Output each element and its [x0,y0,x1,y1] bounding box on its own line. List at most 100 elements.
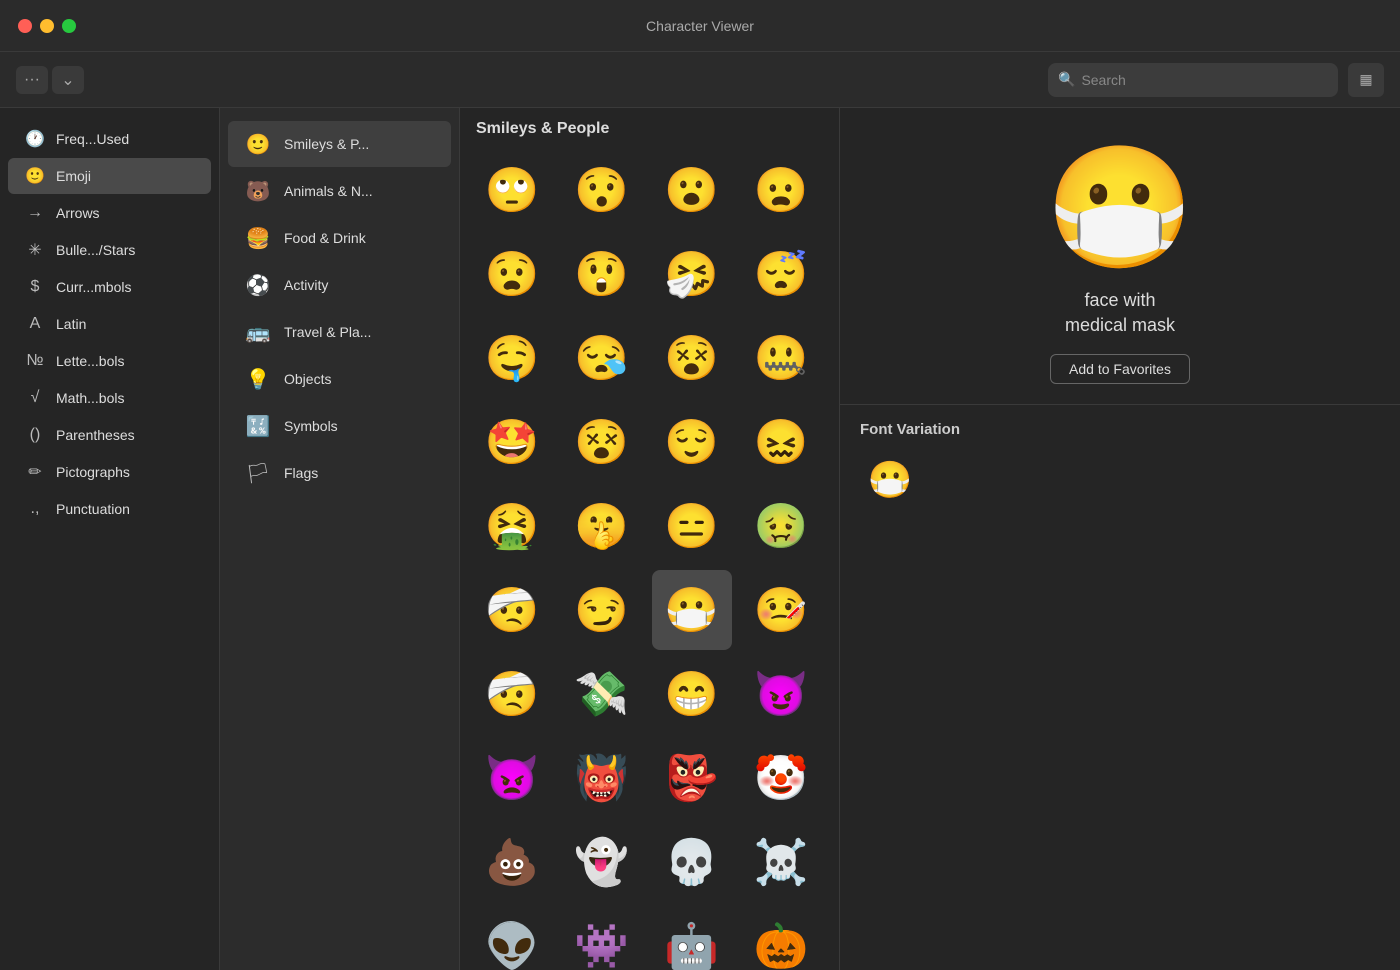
emoji-cell[interactable]: 🤡 [741,738,821,818]
emoji-cell[interactable]: 🙄 [472,150,552,230]
category-item-flags[interactable]: 🏳Flags [228,450,451,496]
search-input[interactable] [1081,72,1328,88]
emoji-cell[interactable]: 👽 [472,906,552,970]
font-variation-title: Font Variation [860,421,1380,438]
category-label-activity: Activity [284,277,328,293]
sidebar-label-currency: Curr...mbols [56,279,131,295]
emoji-cell[interactable]: 🤮 [472,486,552,566]
font-variation-cell[interactable]: 😷 [860,450,920,510]
emoji-cell[interactable]: 😴 [741,234,821,314]
emoji-cell[interactable]: 💀 [652,822,732,902]
emoji-cell[interactable]: 😦 [741,150,821,230]
emoji-cell[interactable]: 🤧 [652,234,732,314]
emoji-cell[interactable]: 💸 [562,654,642,734]
sidebar-item-bullets-stars[interactable]: ✳Bulle.../Stars [8,232,211,268]
chevron-down-icon: ⌄ [61,70,74,90]
sidebar-item-freq-used[interactable]: 🕐Freq...Used [8,121,211,157]
emoji-cell[interactable]: 😪 [562,318,642,398]
add-to-favorites-button[interactable]: Add to Favorites [1050,354,1190,384]
emoji-grid: 🙄😯😮😦😧😲🤧😴🤤😪😵🤐🤩😵😌😖🤮🤫😑🤢🤕😏😷🤒🤕💸😁😈👿👹👺🤡💩👻💀☠️👽👾🤖… [472,150,827,970]
sidebar-icon-punctuation: ., [24,498,46,520]
emoji-cell[interactable]: 🎃 [741,906,821,970]
minimize-button[interactable] [40,19,54,33]
category-column: 🙂Smileys & P...🐻Animals & N...🍔Food & Dr… [220,108,460,970]
category-item-food[interactable]: 🍔Food & Drink [228,215,451,261]
emoji-cell[interactable]: 👾 [562,906,642,970]
sidebar-item-pictographs[interactable]: ✏Pictographs [8,454,211,490]
sidebar-icon-arrows: → [24,202,46,224]
category-item-smileys[interactable]: 🙂Smileys & P... [228,121,451,167]
sidebar-item-letter-symbols[interactable]: №Lette...bols [8,343,211,379]
emoji-cell[interactable]: 🤤 [472,318,552,398]
sidebar-item-arrows[interactable]: →Arrows [8,195,211,231]
emoji-cell[interactable]: 😁 [652,654,732,734]
sidebar-icon-latin: A [24,313,46,335]
emoji-cell[interactable]: 😯 [562,150,642,230]
emoji-cell[interactable]: 👿 [472,738,552,818]
emoji-cell[interactable]: 😑 [652,486,732,566]
detail-emoji: 😷 [1045,148,1194,268]
maximize-button[interactable] [62,19,76,33]
sidebar-item-math[interactable]: √ Math...bols [8,380,211,416]
category-label-objects: Objects [284,371,331,387]
detail-panel: 😷 face withmedical mask Add to Favorites… [840,108,1400,970]
category-icon-symbols: 🔣 [244,412,272,440]
grid-icon: ▦ [1359,71,1372,88]
emoji-cell[interactable]: 😏 [562,570,642,650]
category-item-animals[interactable]: 🐻Animals & N... [228,168,451,214]
category-item-travel[interactable]: 🚌Travel & Pla... [228,309,451,355]
category-item-activity[interactable]: ⚽ Activity [228,262,451,308]
emoji-cell[interactable]: 👹 [562,738,642,818]
emoji-cell[interactable]: 👺 [652,738,732,818]
emoji-cell[interactable]: 🤖 [652,906,732,970]
emoji-cell[interactable]: 😷 [652,570,732,650]
emoji-cell[interactable]: 😈 [741,654,821,734]
grid-view-button[interactable]: ▦ [1348,63,1384,97]
sidebar-icon-bullets-stars: ✳ [24,239,46,261]
sidebar-item-emoji[interactable]: 🙂 Emoji [8,158,211,194]
emoji-cell[interactable]: 😧 [472,234,552,314]
search-box: 🔍 [1048,63,1338,97]
sidebar-item-latin[interactable]: ALatin [8,306,211,342]
sidebar-label-letter-symbols: Lette...bols [56,353,125,369]
emoji-cell[interactable]: 😵 [562,402,642,482]
close-button[interactable] [18,19,32,33]
category-icon-activity: ⚽ [244,271,272,299]
sidebar-item-punctuation[interactable]: .,Punctuation [8,491,211,527]
emoji-cell[interactable]: 💩 [472,822,552,902]
emoji-cell[interactable]: ☠️ [741,822,821,902]
menu-button[interactable]: ··· [16,66,48,94]
emoji-cell[interactable]: 😲 [562,234,642,314]
detail-top: 😷 face withmedical mask Add to Favorites [840,108,1400,405]
sidebar-label-math: Math...bols [56,390,124,406]
emoji-cell[interactable]: 😮 [652,150,732,230]
sidebar-icon-emoji: 🙂 [24,165,46,187]
sidebar-label-emoji: Emoji [56,168,91,184]
emoji-cell[interactable]: 🤩 [472,402,552,482]
category-item-objects[interactable]: 💡 Objects [228,356,451,402]
sidebar-item-parentheses[interactable]: ()Parentheses [8,417,211,453]
detail-name: face withmedical mask [1065,288,1175,338]
emoji-cell[interactable]: 🤕 [472,570,552,650]
sidebar-icon-math: √ [24,387,46,409]
sidebar-item-currency[interactable]: $ Curr...mbols [8,269,211,305]
category-label-symbols: Symbols [284,418,338,434]
sidebar-icon-currency: $ [24,276,46,298]
titlebar: Character Viewer [0,0,1400,52]
emoji-cell[interactable]: 🤕 [472,654,552,734]
emoji-cell[interactable]: 🤐 [741,318,821,398]
emoji-cell[interactable]: 👻 [562,822,642,902]
emoji-cell[interactable]: 😌 [652,402,732,482]
category-item-symbols[interactable]: 🔣 Symbols [228,403,451,449]
emoji-cell[interactable]: 🤫 [562,486,642,566]
dropdown-button[interactable]: ⌄ [52,66,84,94]
category-icon-objects: 💡 [244,365,272,393]
emoji-cell[interactable]: 🤒 [741,570,821,650]
sidebar-label-parentheses: Parentheses [56,427,135,443]
emoji-cell[interactable]: 😖 [741,402,821,482]
search-icon: 🔍 [1058,71,1075,88]
sidebar-left: 🕐Freq...Used 🙂 Emoji →Arrows✳Bulle.../Stars… [0,108,220,970]
emoji-cell[interactable]: 😵 [652,318,732,398]
category-icon-animals: 🐻 [244,177,272,205]
emoji-cell[interactable]: 🤢 [741,486,821,566]
